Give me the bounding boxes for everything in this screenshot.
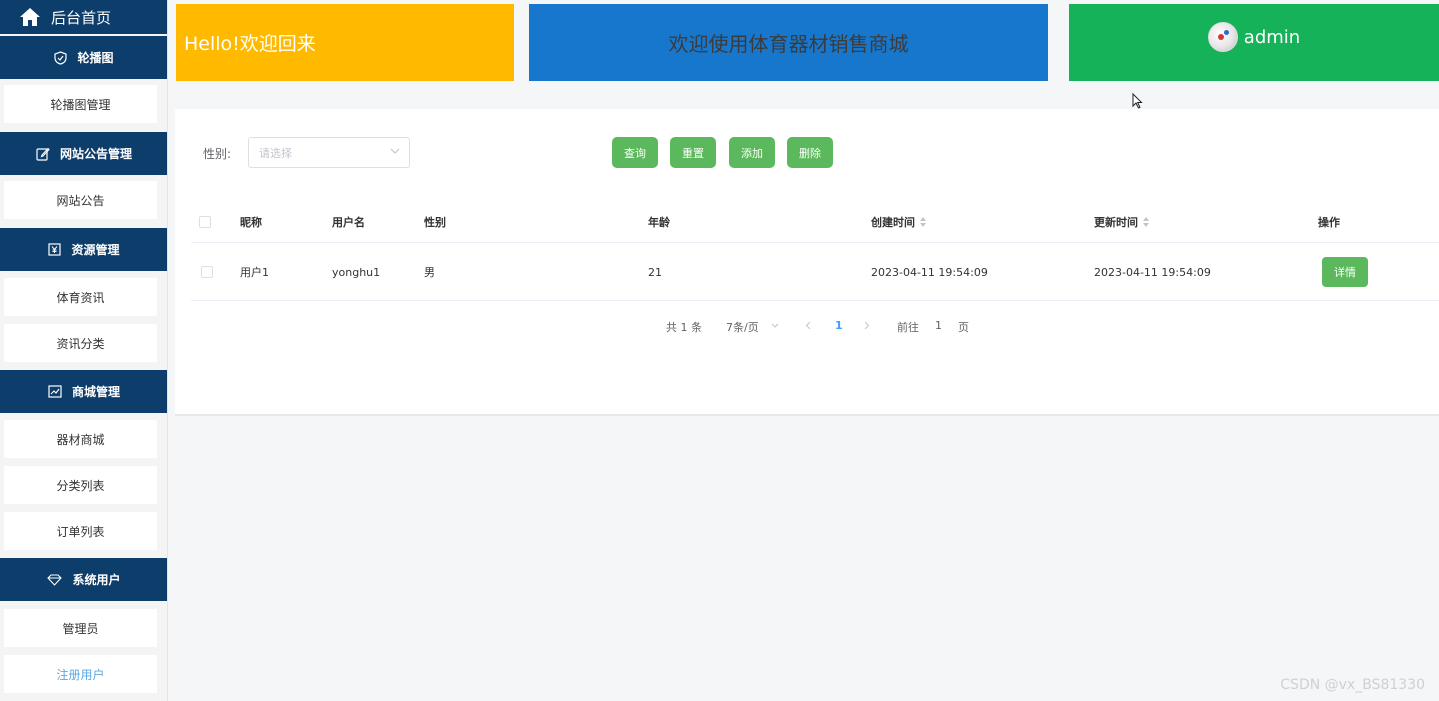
edit-icon — [36, 147, 50, 161]
page-size-select[interactable]: 7条/页 — [726, 319, 759, 335]
username: admin — [1243, 26, 1301, 48]
chevron-down-icon[interactable] — [771, 323, 779, 328]
sidebar-home-label: 后台首页 — [51, 8, 112, 27]
pagination-total: 共 1 条 — [666, 321, 702, 334]
cell-gender: 男 — [424, 266, 435, 279]
sort-icon[interactable] — [920, 217, 926, 227]
chart-icon — [48, 385, 62, 398]
query-button[interactable]: 查询 — [612, 137, 658, 168]
sidebar-item-label: 资讯分类 — [56, 336, 105, 351]
chevron-down-icon — [390, 148, 400, 154]
table-header: 昵称 用户名 性别 年龄 创建时间 更新时间 操作 — [191, 202, 1439, 243]
sidebar-group-shop[interactable]: 商城管理 — [0, 370, 167, 413]
sidebar-item-order-list[interactable]: 订单列表 — [4, 512, 157, 550]
column-header-nickname: 昵称 — [240, 216, 262, 229]
select-all-checkbox[interactable] — [199, 216, 211, 228]
detail-button[interactable]: 详情 — [1322, 257, 1368, 287]
sidebar: 后台首页 轮播图 轮播图管理 网站公告管理 网站公告 资源管理 体育资讯 资讯分… — [0, 0, 168, 701]
cell-age: 21 — [648, 265, 662, 279]
prev-page-icon[interactable] — [805, 321, 811, 330]
sidebar-group-label: 资源管理 — [71, 243, 120, 257]
sidebar-item-label: 器材商城 — [56, 432, 105, 447]
home-icon — [20, 8, 40, 26]
next-page-icon[interactable] — [864, 321, 870, 330]
sidebar-group-label: 系统用户 — [72, 573, 121, 587]
sidebar-item-carousel-manage[interactable]: 轮播图管理 — [4, 85, 157, 123]
current-page[interactable]: 1 — [835, 319, 843, 332]
column-header-updated-label: 更新时间 — [1094, 216, 1138, 229]
sidebar-item-announcement[interactable]: 网站公告 — [4, 181, 157, 219]
sidebar-item-label: 轮播图管理 — [50, 97, 111, 112]
welcome-card: Hello!欢迎回来 — [176, 4, 514, 81]
main-panel: 性别: 请选择 查询 重置 添加 删除 昵称 用户名 性别 年龄 创建时间 更新… — [175, 109, 1439, 416]
column-header-username: 用户名 — [332, 216, 365, 229]
mouse-cursor-icon — [1132, 93, 1143, 109]
column-header-actions: 操作 — [1318, 216, 1340, 229]
sidebar-item-admin[interactable]: 管理员 — [4, 609, 157, 647]
gender-select[interactable]: 请选择 — [248, 137, 410, 168]
sidebar-home[interactable]: 后台首页 — [0, 0, 167, 34]
sidebar-item-category-list[interactable]: 分类列表 — [4, 466, 157, 504]
page-suffix: 页 — [958, 321, 969, 334]
row-checkbox[interactable] — [201, 266, 213, 278]
pagination: 共 1 条 7条/页 1 前往 1 页 — [175, 316, 1439, 336]
sidebar-group-carousel[interactable]: 轮播图 — [0, 36, 167, 79]
watermark: CSDN @vx_BS81330 — [1280, 677, 1425, 693]
yen-box-icon — [48, 243, 62, 256]
sort-icon[interactable] — [1143, 217, 1149, 227]
sidebar-group-label: 轮播图 — [77, 51, 114, 65]
goto-page-input[interactable]: 1 — [935, 319, 942, 332]
table-row: 用户1 yonghu1 男 21 2023-04-11 19:54:09 202… — [191, 244, 1439, 301]
cell-nickname: 用户1 — [240, 266, 269, 279]
sidebar-group-system-users[interactable]: 系统用户 — [0, 558, 167, 601]
sidebar-item-registered-users[interactable]: 注册用户 — [4, 655, 157, 693]
sidebar-group-announcement[interactable]: 网站公告管理 — [0, 132, 167, 175]
column-header-gender: 性别 — [424, 216, 446, 229]
sidebar-group-label: 商城管理 — [71, 385, 120, 399]
site-title: 欢迎使用体育器材销售商城 — [668, 32, 909, 56]
add-button[interactable]: 添加 — [729, 137, 775, 168]
cell-username: yonghu1 — [332, 265, 381, 279]
reset-button[interactable]: 重置 — [670, 137, 716, 168]
sidebar-item-label: 分类列表 — [56, 478, 105, 493]
sidebar-item-label: 注册用户 — [56, 667, 105, 682]
sidebar-group-label: 网站公告管理 — [59, 147, 132, 161]
welcome-text: Hello!欢迎回来 — [184, 33, 316, 55]
goto-label: 前往 — [897, 321, 919, 334]
column-header-created-label: 创建时间 — [871, 216, 915, 229]
gender-select-placeholder: 请选择 — [259, 146, 292, 160]
site-title-card: 欢迎使用体育器材销售商城 — [529, 4, 1048, 81]
user-card[interactable]: admin — [1069, 4, 1439, 81]
column-header-updated[interactable]: 更新时间 — [1094, 202, 1149, 242]
column-header-age: 年龄 — [648, 216, 670, 229]
sidebar-item-equipment-shop[interactable]: 器材商城 — [4, 420, 157, 458]
column-header-created[interactable]: 创建时间 — [871, 202, 926, 242]
avatar[interactable] — [1207, 22, 1238, 52]
sidebar-item-label: 网站公告 — [56, 193, 105, 208]
sidebar-item-sports-news[interactable]: 体育资讯 — [4, 278, 157, 316]
sidebar-group-resources[interactable]: 资源管理 — [0, 228, 167, 271]
shield-icon — [54, 50, 68, 65]
cell-created: 2023-04-11 19:54:09 — [871, 265, 988, 279]
sidebar-item-label: 体育资讯 — [56, 290, 105, 305]
sidebar-item-news-category[interactable]: 资讯分类 — [4, 324, 157, 362]
diamond-icon — [47, 573, 63, 586]
cell-updated: 2023-04-11 19:54:09 — [1094, 265, 1211, 279]
gender-filter-label: 性别: — [203, 147, 232, 161]
sidebar-item-label: 管理员 — [62, 621, 99, 636]
delete-button[interactable]: 删除 — [787, 137, 833, 168]
sidebar-item-label: 订单列表 — [56, 524, 105, 539]
